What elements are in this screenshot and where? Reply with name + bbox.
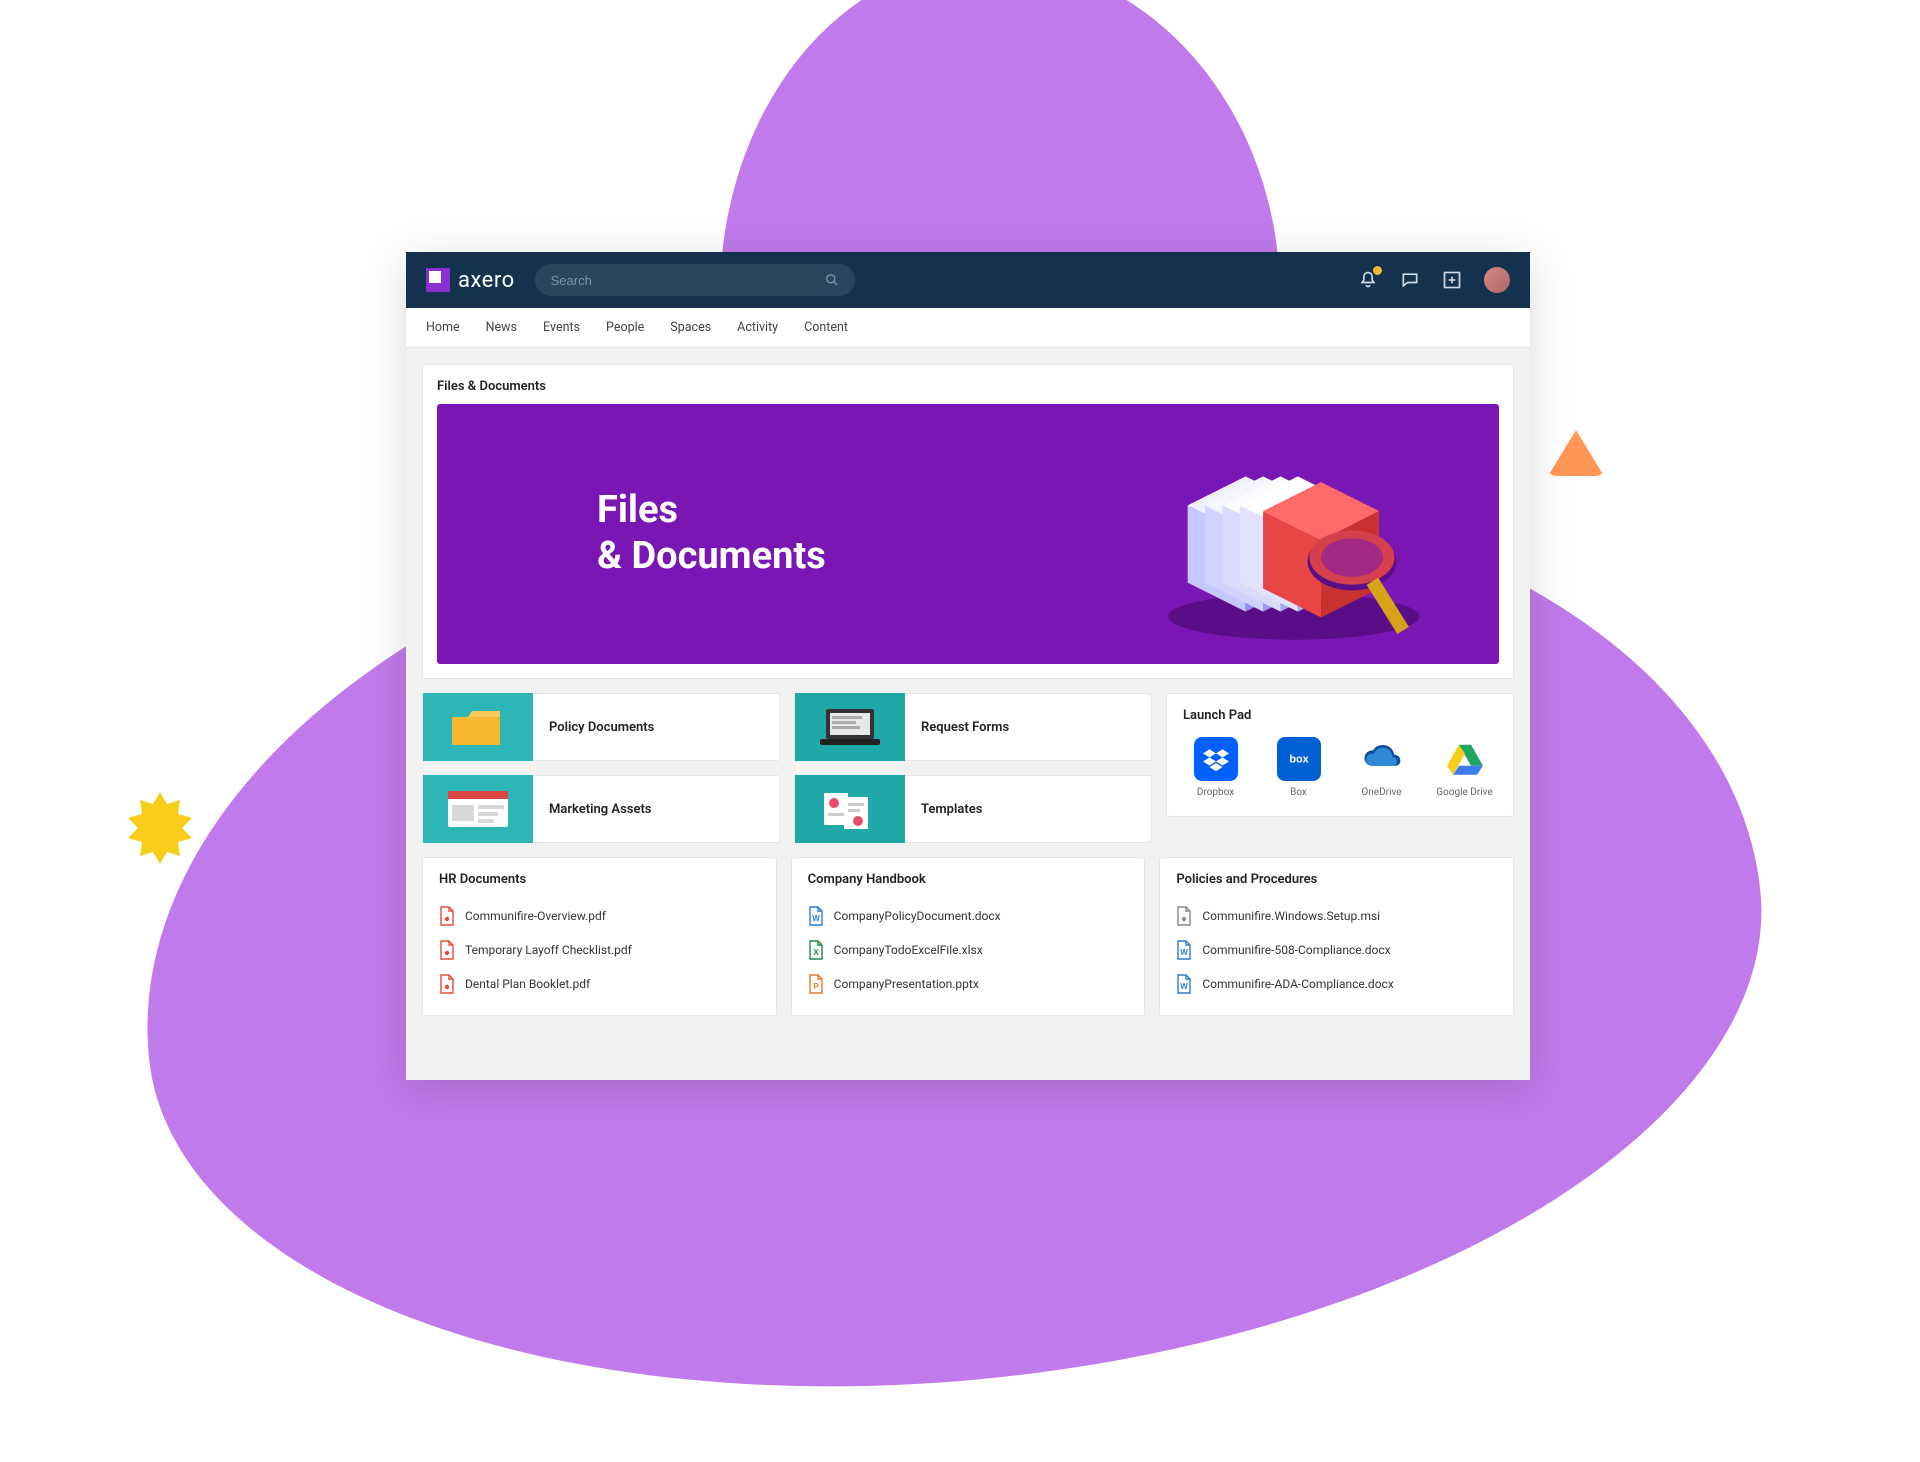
svg-text:box: box xyxy=(1289,754,1308,766)
header-bar: axero xyxy=(406,252,1530,308)
doc-list-title: HR Documents xyxy=(439,872,760,887)
file-name: Communifire-ADA-Compliance.docx xyxy=(1202,977,1393,991)
nav-item-activity[interactable]: Activity xyxy=(737,320,778,335)
tile-label: Templates xyxy=(905,802,998,817)
search-icon xyxy=(825,273,839,287)
tile-templates[interactable]: Templates xyxy=(794,775,1152,843)
folder-thumb-icon xyxy=(423,693,533,761)
hero-title-line1: Files xyxy=(597,488,826,534)
file-row[interactable]: Communifire.Windows.Setup.msi xyxy=(1176,899,1497,933)
svg-text:W: W xyxy=(812,914,820,923)
nav-item-news[interactable]: News xyxy=(486,320,517,335)
file-row[interactable]: W Communifire-508-Compliance.docx xyxy=(1176,933,1497,967)
plus-square-icon xyxy=(1442,270,1462,290)
brand-logo[interactable]: axero xyxy=(426,268,515,293)
search-input[interactable] xyxy=(551,273,825,288)
laptop-thumb-icon xyxy=(795,693,905,761)
documents-thumb-icon xyxy=(795,775,905,843)
document-lists-row: HR Documents Communifire-Overview.pdf Tem… xyxy=(422,857,1514,1016)
file-row[interactable]: Dental Plan Booklet.pdf xyxy=(439,967,760,1001)
svg-text:P: P xyxy=(813,982,819,991)
hero-title: Files & Documents xyxy=(597,488,826,579)
svg-text:W: W xyxy=(1181,982,1189,991)
onedrive-icon xyxy=(1360,737,1404,781)
notifications-button[interactable] xyxy=(1358,270,1378,290)
svg-text:X: X xyxy=(813,948,819,957)
tile-request-forms[interactable]: Request Forms xyxy=(794,693,1152,761)
tile-policy-documents[interactable]: Policy Documents xyxy=(422,693,780,761)
file-row[interactable]: P CompanyPresentation.pptx xyxy=(808,967,1129,1001)
nav-item-events[interactable]: Events xyxy=(543,320,580,335)
chat-icon xyxy=(1400,270,1420,290)
launch-label: Dropbox xyxy=(1197,787,1234,798)
file-row[interactable]: Temporary Layoff Checklist.pdf xyxy=(439,933,760,967)
launch-item-dropbox[interactable]: Dropbox xyxy=(1183,737,1248,798)
file-name: CompanyPolicyDocument.docx xyxy=(834,909,1001,923)
doc-list-policies: Policies and Procedures Communifire.Wind… xyxy=(1159,857,1514,1016)
header-actions xyxy=(1358,267,1510,293)
launch-label: OneDrive xyxy=(1361,787,1401,798)
browser-thumb-icon xyxy=(423,775,533,843)
notification-dot-icon xyxy=(1373,266,1382,275)
dropbox-icon xyxy=(1194,737,1238,781)
bg-triangle-icon xyxy=(1548,430,1604,476)
messages-button[interactable] xyxy=(1400,270,1420,290)
file-name: Temporary Layoff Checklist.pdf xyxy=(465,943,632,957)
nav-item-home[interactable]: Home xyxy=(426,320,460,335)
launch-item-google-drive[interactable]: Google Drive xyxy=(1432,737,1497,798)
tile-marketing-assets[interactable]: Marketing Assets xyxy=(422,775,780,843)
main-nav: Home News Events People Spaces Activity … xyxy=(406,308,1530,348)
user-avatar[interactable] xyxy=(1484,267,1510,293)
file-name: Communifire-Overview.pdf xyxy=(465,909,606,923)
doc-list-hr: HR Documents Communifire-Overview.pdf Tem… xyxy=(422,857,777,1016)
file-name: Communifire-508-Compliance.docx xyxy=(1202,943,1390,957)
launchpad-title: Launch Pad xyxy=(1183,708,1497,723)
content-area: Files & Documents Files & Documents xyxy=(406,348,1530,1032)
hero-title-line2: & Documents xyxy=(597,534,826,580)
launch-label: Box xyxy=(1290,787,1307,798)
add-button[interactable] xyxy=(1442,270,1462,290)
hero-banner: Files & Documents xyxy=(437,404,1499,664)
file-name: Dental Plan Booklet.pdf xyxy=(465,977,590,991)
hero-card: Files & Documents Files & Documents xyxy=(422,364,1514,679)
launch-item-box[interactable]: box Box xyxy=(1266,737,1331,798)
box-icon: box xyxy=(1277,737,1321,781)
nav-item-content[interactable]: Content xyxy=(804,320,848,335)
tile-label: Marketing Assets xyxy=(533,802,668,817)
file-row[interactable]: W CompanyPolicyDocument.docx xyxy=(808,899,1129,933)
file-name: CompanyPresentation.pptx xyxy=(834,977,979,991)
launchpad-card: Launch Pad Dropbox box Box xyxy=(1166,693,1514,817)
file-name: CompanyTodoExcelFile.xlsx xyxy=(834,943,983,957)
google-drive-icon xyxy=(1443,737,1487,781)
launch-label: Google Drive xyxy=(1436,787,1493,798)
file-row[interactable]: Communifire-Overview.pdf xyxy=(439,899,760,933)
folders-illustration-icon xyxy=(1149,428,1439,648)
brand-name: axero xyxy=(458,268,515,293)
file-name: Communifire.Windows.Setup.msi xyxy=(1202,909,1380,923)
search-box[interactable] xyxy=(535,264,855,296)
hero-label: Files & Documents xyxy=(437,379,1499,394)
doc-list-handbook: Company Handbook W CompanyPolicyDocument.… xyxy=(791,857,1146,1016)
doc-list-title: Policies and Procedures xyxy=(1176,872,1497,887)
nav-item-spaces[interactable]: Spaces xyxy=(670,320,711,335)
file-row[interactable]: X CompanyTodoExcelFile.xlsx xyxy=(808,933,1129,967)
doc-list-title: Company Handbook xyxy=(808,872,1129,887)
bg-star-icon xyxy=(120,790,200,870)
app-window: axero Home News Events People Spaces xyxy=(406,252,1530,1080)
tile-label: Request Forms xyxy=(905,720,1025,735)
nav-item-people[interactable]: People xyxy=(606,320,644,335)
file-row[interactable]: W Communifire-ADA-Compliance.docx xyxy=(1176,967,1497,1001)
svg-text:W: W xyxy=(1181,948,1189,957)
tile-label: Policy Documents xyxy=(533,720,670,735)
logo-mark-icon xyxy=(426,268,450,292)
launch-item-onedrive[interactable]: OneDrive xyxy=(1349,737,1414,798)
